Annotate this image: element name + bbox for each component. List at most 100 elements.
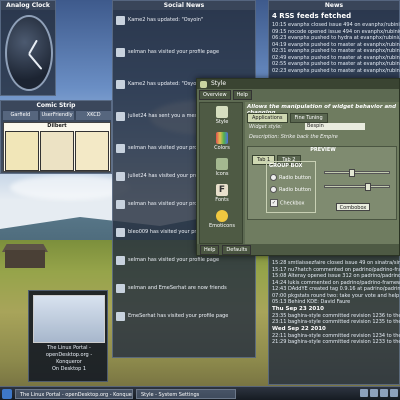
style-icon — [216, 106, 228, 118]
slider-handle[interactable] — [349, 169, 355, 177]
social-item[interactable]: selman has visited your profile page — [116, 45, 254, 59]
sidebar-item-label: Fonts — [215, 197, 229, 203]
defaults-button[interactable]: Defaults — [222, 244, 252, 255]
window-thumbnail-caption: The Linux Portal - openDesktop.org - Kon… — [33, 345, 105, 373]
rss-item[interactable]: 12:43 DAddYE created tag 0.9.16 at padri… — [272, 286, 400, 293]
rss-item[interactable]: 06:23 evanphx pushed to hydra at evanphx… — [272, 35, 400, 42]
kde-menu-icon[interactable] — [2, 388, 12, 399]
social-item[interactable]: selman and EmeSerhat are now friends — [116, 281, 254, 295]
sidebar-item-label: Colors — [214, 145, 230, 151]
overview-button[interactable]: Overview — [199, 90, 231, 100]
dialog-button-bar: Help Defaults — [197, 244, 399, 255]
widget-style-select[interactable]: Bespin — [305, 123, 365, 130]
caption-line: On Desktop 1 — [51, 366, 87, 372]
dialog-toolbar: Overview Help — [199, 90, 399, 100]
slider-handle[interactable] — [365, 183, 371, 191]
rss-item[interactable]: 15:08 Alteray opened issue 312 on padrin… — [272, 273, 400, 280]
sidebar-item-style[interactable]: Style — [200, 105, 244, 129]
rss-item[interactable]: 23:11 baghira-style committed revision 1… — [272, 319, 400, 326]
widget-style-label: Widget style: — [249, 124, 282, 130]
system-tray — [360, 389, 398, 397]
preview-radio-button[interactable]: Radio button — [270, 186, 311, 193]
avatar — [116, 283, 125, 293]
preview-slider[interactable] — [324, 169, 390, 177]
sidebar-item-label: Style — [215, 119, 229, 125]
social-news-title: Social News — [113, 1, 255, 10]
preview-checkbox[interactable]: Checkbox — [270, 199, 304, 207]
style-preview: PREVIEW Tab 1 Tab 2 GROUP BOX Radio butt… — [247, 146, 397, 220]
emoticon-icon — [216, 210, 228, 222]
clock-icon[interactable] — [390, 389, 398, 397]
window-thumbnail-image — [33, 295, 105, 343]
battery-icon[interactable] — [380, 389, 388, 397]
caption-line: The Linux Portal - — [47, 345, 91, 351]
caption-line: openDesktop.org - — [45, 352, 93, 358]
preview-radio-button[interactable]: Radio button — [270, 174, 311, 181]
sidebar-item-fonts[interactable]: F Fonts — [200, 183, 244, 207]
comic-strip-title: Comic Strip — [1, 101, 111, 110]
comic-name: Dilbert — [47, 123, 67, 129]
social-item[interactable]: Kame2 has updated: "Osyoin" — [116, 13, 254, 27]
window-title: Style — [211, 80, 227, 87]
comic-image: Dilbert — [3, 122, 111, 172]
tab-xkcd[interactable]: XKCD — [76, 111, 112, 120]
style-settings-window[interactable]: Style Overview Help Style Colors Icons F… — [196, 78, 400, 256]
social-item-text: Kame2 has updated: "Osyoin" — [128, 17, 204, 23]
sidebar-item-colors[interactable]: Colors — [200, 131, 244, 155]
rss-item[interactable]: 15:28 smtlaissezfaire closed issue 49 on… — [272, 260, 400, 267]
rss-item[interactable]: 21:29 baghira-style committed revision 1… — [272, 339, 400, 346]
taskbar-task[interactable]: The Linux Portal - openDesktop.org - Kon… — [15, 388, 133, 399]
avatar — [116, 47, 125, 57]
caption-line: Konqueror — [56, 359, 82, 365]
taskbar-task[interactable]: Style - System Settings — [136, 388, 236, 399]
rss-item[interactable]: 02:55 evanphx pushed to master at evanph… — [272, 61, 400, 68]
tab-fine-tuning[interactable]: Fine Tuning — [289, 113, 328, 123]
help-button[interactable]: Help — [200, 244, 220, 255]
icons-icon — [216, 158, 228, 170]
avatar — [116, 311, 125, 321]
tab-applications[interactable]: Applications — [247, 113, 288, 123]
help-button[interactable]: Help — [232, 90, 252, 100]
comic-strip-widget[interactable]: Comic Strip Garfield UserFriendly XKCD D… — [0, 100, 112, 174]
window-titlebar[interactable]: Style — [197, 79, 399, 89]
rss-date: Thu Sep 23 2010 — [272, 305, 324, 312]
rss-item[interactable]: 10:15 evanphx closed issue 494 on evanph… — [272, 22, 400, 29]
comic-frame — [40, 131, 74, 171]
clock-minute-hand — [28, 53, 43, 70]
preview-combobox[interactable]: Combobox — [336, 203, 370, 211]
group-box-title: GROUP BOX — [269, 163, 303, 169]
comic-tabs: Garfield UserFriendly XKCD — [3, 111, 112, 120]
avatar — [116, 111, 125, 121]
preview-group-box: GROUP BOX Radio button Radio button Chec… — [266, 161, 316, 213]
style-icon — [200, 81, 207, 88]
sidebar-item-icons[interactable]: Icons — [200, 157, 244, 181]
clock-face — [5, 15, 53, 91]
preview-slider[interactable] — [324, 183, 390, 191]
avatar — [116, 171, 125, 181]
settings-sidebar: Style Colors Icons F Fonts Emoticons — [199, 102, 243, 244]
analog-clock-widget[interactable]: Analog Clock — [0, 0, 56, 96]
colors-icon — [216, 132, 228, 144]
settings-main: Allows the manipulation of widget behavi… — [245, 102, 399, 244]
rss-list-lower: 15:28 smtlaissezfaire closed issue 49 on… — [272, 260, 400, 346]
sidebar-item-emoticons[interactable]: Emoticons — [200, 209, 244, 233]
analog-clock-title: Analog Clock — [1, 1, 55, 10]
tab-userfriendly[interactable]: UserFriendly — [39, 111, 75, 120]
tab-garfield[interactable]: Garfield — [3, 111, 38, 120]
social-item[interactable]: EmeSerhat has visited your profile page — [116, 309, 254, 323]
social-item-text: selman has visited your profile page — [128, 257, 220, 263]
avatar — [116, 199, 125, 209]
avatar — [116, 79, 125, 89]
volume-icon[interactable] — [370, 389, 378, 397]
rss-heading: 4 RSS feeds fetched — [272, 12, 352, 20]
network-icon[interactable] — [360, 389, 368, 397]
style-description: Description: Strike back the Empire — [249, 134, 338, 140]
rss-item[interactable]: 02:23 evanphx pushed to master at evanph… — [272, 68, 400, 75]
avatar — [116, 227, 125, 237]
sidebar-item-label: Icons — [215, 171, 229, 177]
avatar — [116, 143, 125, 153]
social-item-text: selman and EmeSerhat are now friends — [128, 285, 227, 291]
window-thumbnail-widget[interactable]: The Linux Portal - openDesktop.org - Kon… — [28, 290, 108, 382]
fonts-icon: F — [216, 184, 228, 196]
rss-item[interactable]: 02:31 evanphx pushed to master at evanph… — [272, 48, 400, 55]
